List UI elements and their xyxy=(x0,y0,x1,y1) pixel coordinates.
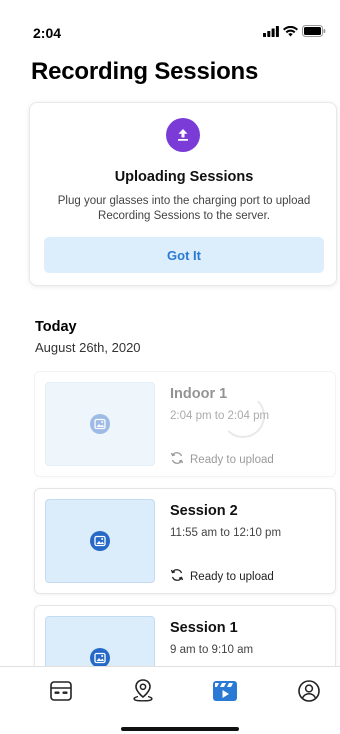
session-name: Session 2 xyxy=(170,503,238,519)
section-date: August 26th, 2020 xyxy=(35,340,141,355)
got-it-button[interactable]: Got It xyxy=(44,237,324,273)
sync-icon xyxy=(170,451,184,468)
upload-card-description: Plug your glasses into the charging port… xyxy=(57,195,311,222)
session-card-session-2[interactable]: Session 2 11:55 am to 12:10 pm Ready to … xyxy=(34,488,336,594)
video-clapper-icon xyxy=(212,680,238,707)
status-time: 2:04 xyxy=(33,25,62,41)
image-placeholder-icon xyxy=(90,648,110,668)
location-pin-icon xyxy=(131,678,155,709)
session-status: Ready to upload xyxy=(170,568,274,585)
tab-map[interactable] xyxy=(129,678,157,709)
status-bar: 2:04 xyxy=(0,0,340,42)
session-status-label: Ready to upload xyxy=(190,453,274,466)
session-time: 11:55 am to 12:10 pm xyxy=(170,527,282,539)
wifi-icon xyxy=(283,24,298,42)
page-title: Recording Sessions xyxy=(31,58,259,85)
session-thumbnail xyxy=(45,499,155,583)
session-thumbnail xyxy=(45,382,155,466)
tab-glasses[interactable] xyxy=(47,679,75,707)
image-placeholder-icon xyxy=(90,414,110,434)
session-name: Indoor 1 xyxy=(170,386,228,402)
status-icons xyxy=(263,24,326,42)
profile-icon xyxy=(297,679,321,708)
tab-profile[interactable] xyxy=(295,679,323,707)
image-placeholder-icon xyxy=(90,531,110,551)
session-status-label: Ready to upload xyxy=(190,570,274,583)
session-name: Session 1 xyxy=(170,620,238,636)
cellular-signal-icon xyxy=(263,24,279,42)
home-indicator[interactable] xyxy=(121,727,239,731)
session-time: 9 am to 9:10 am xyxy=(170,644,254,656)
battery-icon xyxy=(302,24,326,42)
upload-sessions-card: Uploading Sessions Plug your glasses int… xyxy=(29,102,337,286)
upload-card-title: Uploading Sessions xyxy=(114,169,254,185)
glasses-icon xyxy=(49,680,73,707)
tab-recording-sessions[interactable] xyxy=(211,679,239,707)
section-heading: Today xyxy=(35,319,77,335)
sync-icon xyxy=(170,568,184,585)
session-card-indoor-1[interactable]: Indoor 1 2:04 pm to 2:04 pm Ready to upl… xyxy=(34,371,336,477)
session-status: Ready to upload xyxy=(170,451,274,468)
upload-icon xyxy=(166,118,200,152)
loading-spinner-icon xyxy=(221,394,265,438)
tab-bar xyxy=(0,666,340,734)
